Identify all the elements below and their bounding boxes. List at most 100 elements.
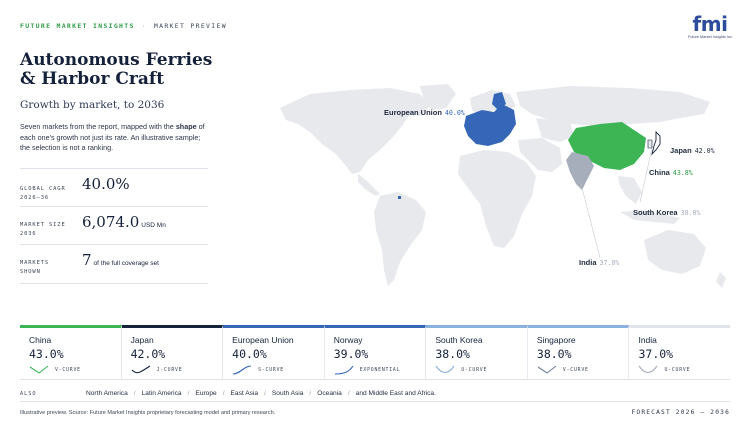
map-label-south-korea: South Korea 38.0% bbox=[633, 208, 700, 217]
market-card-india[interactable]: India 37.0% U-CURVE bbox=[629, 325, 731, 379]
stat-markets-shown: MARKETS SHOWN 7 of the full coverage set bbox=[20, 244, 208, 284]
stat-value-number: 40.0% bbox=[82, 175, 130, 193]
card-shape: EXPONENTIAL bbox=[334, 365, 401, 375]
market-card-singapore[interactable]: Singapore 38.0% V-CURVE bbox=[527, 325, 630, 379]
logo-subtitle: Future Market Insights Inc. bbox=[688, 35, 733, 39]
card-shape: J-CURVE bbox=[131, 365, 183, 375]
card-market-name: Japan bbox=[130, 335, 154, 345]
card-market-name: South Korea bbox=[435, 335, 483, 345]
south-america-landmass bbox=[374, 192, 426, 286]
stat-label-line-1: MARKET SIZE bbox=[20, 222, 66, 228]
stat-label: GLOBAL CAGR 2026–36 bbox=[20, 185, 66, 202]
stat-unit: of the full coverage set bbox=[93, 260, 159, 267]
stat-value: 7 of the full coverage set bbox=[82, 251, 159, 269]
map-label-european-union: European Union 40.0% bbox=[384, 108, 465, 117]
north-america-landmass bbox=[280, 88, 430, 174]
map-label-india: India 37.0% bbox=[579, 258, 619, 267]
card-cagr: 40.0% bbox=[232, 347, 267, 361]
v-curve-icon bbox=[29, 365, 49, 374]
market-card-norway[interactable]: Norway 39.0% EXPONENTIAL bbox=[324, 325, 427, 379]
region-separator: / bbox=[309, 390, 312, 397]
j-curve-icon bbox=[131, 365, 150, 374]
stat-market-size: MARKET SIZE 2036 6,074.0 USD Mn bbox=[20, 206, 208, 244]
also-region[interactable]: Europe bbox=[195, 390, 216, 397]
card-shape: U-CURVE bbox=[435, 365, 487, 375]
region-separator: / bbox=[347, 390, 350, 397]
map-label-value: 37.0% bbox=[599, 259, 620, 267]
header-separator: · bbox=[141, 22, 147, 30]
stat-value: 40.0% bbox=[82, 175, 130, 193]
region-separator: / bbox=[264, 390, 266, 397]
stat-label-line-2: 2026–36 bbox=[20, 194, 50, 201]
stat-label: MARKET SIZE 2036 bbox=[20, 221, 66, 238]
map-label-china: China 43.8% bbox=[649, 168, 693, 177]
africa-landmass bbox=[458, 150, 536, 248]
exponential-curve-icon bbox=[334, 365, 354, 375]
stat-value-number: 6,074.0 bbox=[82, 213, 140, 231]
card-cagr: 42.0% bbox=[130, 347, 166, 361]
korea-region[interactable] bbox=[647, 139, 653, 149]
card-market-name: India bbox=[638, 335, 657, 345]
card-shape-label: U-CURVE bbox=[461, 367, 488, 373]
card-shape-label: V-CURVE bbox=[562, 367, 589, 373]
page-subtitle: Growth by market, to 2036 bbox=[20, 99, 165, 111]
card-market-name: Singapore bbox=[536, 335, 576, 345]
brand-name: FUTURE MARKET INSIGHTS bbox=[20, 22, 135, 30]
stat-value-number: 7 bbox=[82, 251, 92, 269]
southeast-asia-landmass bbox=[618, 176, 642, 204]
card-shape: U-CURVE bbox=[638, 365, 690, 375]
stat-value: 6,074.0 USD Mn bbox=[82, 213, 166, 231]
also-region[interactable]: Latin America bbox=[142, 390, 182, 397]
source-footnote: Illustrative preview. Source: Future Mar… bbox=[20, 410, 276, 416]
card-market-name: European Union bbox=[232, 335, 294, 345]
card-shape-label: S-CURVE bbox=[258, 367, 284, 373]
card-shape: V-CURVE bbox=[537, 365, 589, 375]
stat-label-line-2: SHOWN bbox=[20, 268, 41, 275]
card-cagr: 38.0% bbox=[435, 347, 470, 361]
u-curve-icon bbox=[639, 365, 658, 374]
japan-region[interactable] bbox=[651, 130, 661, 156]
map-label-name: Japan bbox=[670, 146, 692, 155]
map-label-name: South Korea bbox=[633, 208, 678, 217]
region-separator: / bbox=[187, 390, 190, 397]
stat-global-cagr: GLOBAL CAGR 2026–36 40.0% bbox=[20, 168, 208, 206]
market-card-china[interactable]: China 43.0% V-CURVE bbox=[20, 325, 122, 379]
forecast-period: FORECAST 2026 – 2036 bbox=[631, 409, 730, 416]
map-label-name: China bbox=[649, 168, 670, 177]
fmi-logo[interactable]: fmi Future Market Insights Inc. bbox=[688, 14, 733, 46]
section-name: MARKET PREVIEW bbox=[153, 22, 227, 30]
card-cagr: 43.0% bbox=[29, 347, 64, 361]
market-cards: China 43.0% V-CURVE Japan 42.0% J-CURVE … bbox=[20, 325, 731, 380]
page-title: Autonomous Ferries & Harbor Craft bbox=[20, 50, 213, 89]
card-shape-label: J-CURVE bbox=[156, 367, 183, 373]
card-market-name: China bbox=[29, 335, 52, 345]
stat-unit: USD Mn bbox=[141, 222, 166, 229]
map-label-value: 42.0% bbox=[694, 147, 715, 155]
market-card-south-korea[interactable]: South Korea 38.0% U-CURVE bbox=[426, 325, 528, 379]
also-region[interactable]: East Asia bbox=[231, 390, 259, 397]
top-line: FUTURE MARKET INSIGHTS · MARKET PREVIEW bbox=[20, 22, 227, 30]
intro-bold: shape bbox=[175, 122, 197, 131]
stat-label-line-1: GLOBAL CAGR bbox=[20, 186, 66, 192]
u-curve-icon bbox=[435, 365, 455, 374]
intro-text: Seven markets from the report, mapped wi… bbox=[20, 122, 210, 154]
stat-label: MARKETS SHOWN bbox=[20, 259, 49, 276]
v-curve-icon bbox=[537, 365, 557, 374]
map-label-value: 38.0% bbox=[680, 209, 701, 217]
french-guiana-marker bbox=[398, 196, 401, 199]
card-cagr: 37.0% bbox=[638, 347, 674, 361]
card-shape: S-CURVE bbox=[232, 365, 284, 375]
australia-landmass bbox=[644, 230, 706, 274]
card-shape-label: EXPONENTIAL bbox=[359, 367, 401, 373]
stat-label-line-1: MARKETS bbox=[20, 260, 50, 266]
market-card-european-union[interactable]: European Union 40.0% S-CURVE bbox=[223, 325, 325, 379]
also-region[interactable]: Oceania bbox=[317, 390, 342, 397]
market-card-japan[interactable]: Japan 42.0% J-CURVE bbox=[121, 325, 224, 379]
map-label-value: 40.0% bbox=[444, 109, 465, 117]
also-region[interactable]: North America bbox=[86, 390, 128, 397]
india-leader-line bbox=[579, 179, 601, 259]
also-region[interactable]: South Asia bbox=[272, 390, 304, 397]
also-regions-row: ALSO North America / Latin America / Eur… bbox=[20, 386, 730, 402]
world-map bbox=[280, 84, 726, 288]
s-curve-icon bbox=[233, 365, 252, 375]
